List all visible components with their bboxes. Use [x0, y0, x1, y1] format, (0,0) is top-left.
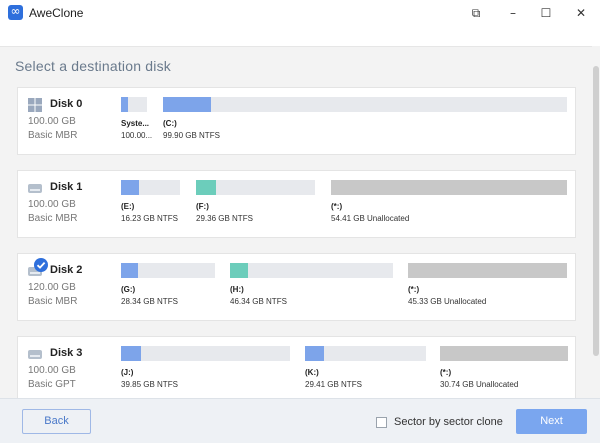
- disk-size: 120.00 GB: [28, 282, 76, 293]
- partition-unallocated[interactable]: (*:) 54.41 GB Unallocated: [331, 180, 567, 230]
- partition-name: (*:): [440, 368, 452, 377]
- partition-usage-fill: [305, 346, 325, 361]
- disk-size: 100.00 GB: [28, 199, 76, 210]
- partition-bar: [163, 97, 567, 112]
- partition-f[interactable]: (F:) 29.36 GB NTFS: [196, 180, 315, 230]
- partition-bar: [121, 346, 290, 361]
- hard-disk-icon: [28, 184, 42, 193]
- partition-usage-fill: [230, 263, 248, 278]
- disk-card-0[interactable]: Disk 0 100.00 GB Basic MBR Syste... 100.…: [17, 87, 576, 155]
- title-bar: AweClone ⧉ – ☐ ✕: [0, 0, 600, 26]
- partition-usage-fill: [331, 180, 567, 195]
- minimize-button[interactable]: –: [503, 4, 523, 22]
- disk-type: Basic GPT: [28, 379, 76, 390]
- hard-disk-icon: [28, 350, 42, 359]
- footer-bar: Back Sector by sector clone Next: [0, 398, 600, 443]
- partition-usage-fill: [121, 263, 138, 278]
- disk-list-panel: Select a destination disk Disk 0 100.00 …: [0, 46, 600, 399]
- partition-name: (J:): [121, 368, 134, 377]
- vertical-scrollbar[interactable]: [592, 46, 600, 398]
- disk-card-1[interactable]: Disk 1 100.00 GB Basic MBR (E:) 16.23 GB…: [17, 170, 576, 238]
- partition-bar: [230, 263, 393, 278]
- partition-unallocated[interactable]: (*:) 30.74 GB Unallocated: [440, 346, 568, 396]
- partition-usage-fill: [121, 346, 142, 361]
- disk-type: Basic MBR: [28, 213, 78, 224]
- next-button[interactable]: Next: [516, 409, 587, 434]
- partition-name: (G:): [121, 285, 136, 294]
- partition-usage-fill: [440, 346, 568, 361]
- partition-name: (C:): [163, 119, 177, 128]
- disk-name: Disk 2: [50, 264, 83, 276]
- partition-detail: 29.41 GB NTFS: [305, 380, 362, 389]
- disk-name: Disk 3: [50, 347, 83, 359]
- partition-detail: 29.36 GB NTFS: [196, 214, 253, 223]
- maximize-button[interactable]: ☐: [536, 4, 556, 22]
- partition-name: (*:): [331, 202, 343, 211]
- partition-h[interactable]: (H:) 46.34 GB NTFS: [230, 263, 393, 313]
- back-button[interactable]: Back: [22, 409, 91, 434]
- partition-name: (E:): [121, 202, 135, 211]
- partition-usage-fill: [163, 97, 212, 112]
- partition-name: (*:): [408, 285, 420, 294]
- selected-check-icon: [34, 258, 48, 272]
- close-button[interactable]: ✕: [571, 4, 591, 22]
- disk-name: Disk 1: [50, 181, 83, 193]
- partition-detail: 54.41 GB Unallocated: [331, 214, 410, 223]
- partition-name: (H:): [230, 285, 244, 294]
- partition-detail: 30.74 GB Unallocated: [440, 380, 519, 389]
- disk-card-2[interactable]: Disk 2 120.00 GB Basic MBR (G:) 28.34 GB…: [17, 253, 576, 321]
- partition-detail: 45.33 GB Unallocated: [408, 297, 487, 306]
- partition-e[interactable]: (E:) 16.23 GB NTFS: [121, 180, 180, 230]
- partition-g[interactable]: (G:) 28.34 GB NTFS: [121, 263, 215, 313]
- partition-system[interactable]: Syste... 100.00...: [121, 97, 152, 147]
- partition-detail: 99.90 GB NTFS: [163, 131, 220, 140]
- partition-detail: 28.34 GB NTFS: [121, 297, 178, 306]
- page-title: Select a destination disk: [15, 58, 171, 74]
- partition-j[interactable]: (J:) 39.85 GB NTFS: [121, 346, 290, 396]
- app-title: AweClone: [29, 6, 84, 20]
- partition-name: (F:): [196, 202, 209, 211]
- partition-k[interactable]: (K:) 29.41 GB NTFS: [305, 346, 426, 396]
- partition-detail: 100.00...: [121, 131, 153, 140]
- partition-unallocated[interactable]: (*:) 45.33 GB Unallocated: [408, 263, 567, 313]
- disk-type: Basic MBR: [28, 296, 78, 307]
- partition-usage-fill: [408, 263, 567, 278]
- disk-type: Basic MBR: [28, 130, 78, 141]
- partition-name: Syste...: [121, 119, 150, 128]
- partition-detail: 39.85 GB NTFS: [121, 380, 178, 389]
- partition-detail: 46.34 GB NTFS: [230, 297, 287, 306]
- sector-clone-label: Sector by sector clone: [394, 416, 503, 428]
- partition-c[interactable]: (C:) 99.90 GB NTFS: [163, 97, 567, 147]
- sector-clone-checkbox[interactable]: [376, 417, 387, 428]
- windows-disk-icon: [28, 98, 42, 112]
- scrollbar-thumb[interactable]: [593, 66, 599, 356]
- disk-size: 100.00 GB: [28, 365, 76, 376]
- disk-size: 100.00 GB: [28, 116, 76, 127]
- partition-detail: 16.23 GB NTFS: [121, 214, 178, 223]
- partition-usage-fill: [196, 180, 217, 195]
- app-logo-icon: [8, 4, 23, 20]
- partition-name: (K:): [305, 368, 319, 377]
- partition-usage-fill: [121, 97, 128, 112]
- restore-window-icon[interactable]: ⧉: [466, 4, 486, 22]
- disk-name: Disk 0: [50, 98, 83, 110]
- disk-card-3[interactable]: Disk 3 100.00 GB Basic GPT (J:) 39.85 GB…: [17, 336, 576, 399]
- partition-usage-fill: [121, 180, 139, 195]
